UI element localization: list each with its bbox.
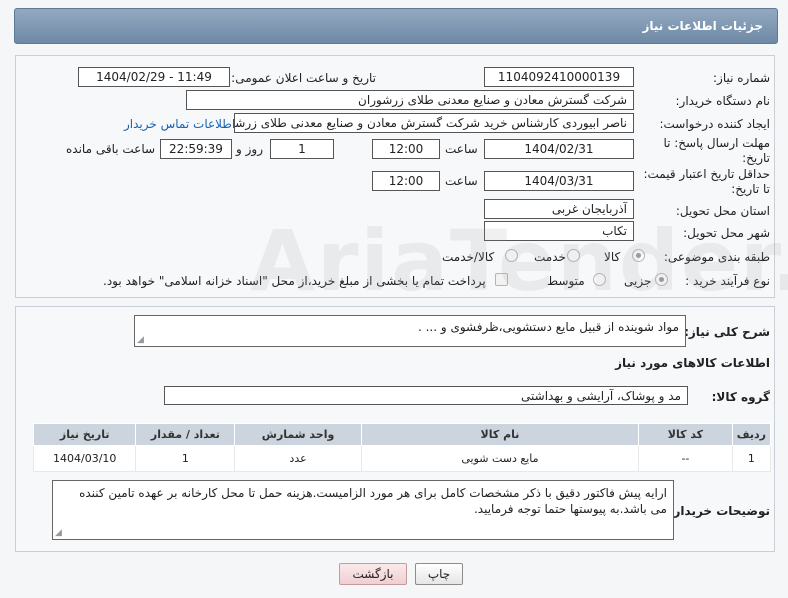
price-validity-date-field: 1404/03/31: [484, 171, 634, 191]
page-title: جزئیات اطلاعات نیاز: [642, 19, 763, 33]
col-goods-code: کد کالا: [638, 423, 733, 446]
reply-date-field: 1404/02/31: [484, 139, 634, 159]
buyer-org-field: شرکت گسترش معادن و صنایع معدنی طلای زرشو…: [186, 90, 634, 110]
category-radio-goods[interactable]: [632, 249, 645, 262]
cell-quantity: 1: [135, 445, 236, 472]
reply-deadline-label-1: مهلت ارسال پاسخ: تا: [663, 136, 770, 150]
announce-label: تاریخ و ساعت اعلان عمومی:: [231, 71, 376, 85]
buyer-notes-textarea: ارایه پیش فاکتور دقیق با ذکر مشخصات کامل…: [52, 480, 674, 540]
time-remaining-label: ساعت باقی مانده: [66, 142, 156, 156]
price-validity-label-2: تا تاریخ:: [731, 182, 770, 196]
price-validity-time-field: 12:00: [372, 171, 440, 191]
treasury-payment-checkbox[interactable]: [495, 273, 508, 286]
time-remaining-field: 22:59:39: [160, 139, 232, 159]
buyer-org-label: نام دستگاه خریدار:: [675, 94, 771, 108]
goods-table-wrapper: ردیف کد کالا نام کالا واحد شمارش تعداد /…: [32, 423, 772, 472]
cell-goods-code: --: [638, 445, 733, 472]
description-label: شرح کلی نیاز:: [684, 325, 770, 339]
category-radio-goods-service[interactable]: [505, 249, 518, 262]
reply-time-label: ساعت: [445, 142, 478, 156]
purchase-option-medium: متوسط: [547, 274, 585, 288]
buyer-notes-label: توضیحات خریدار:: [668, 504, 770, 518]
back-button[interactable]: بازگشت: [339, 563, 407, 585]
category-option-goods: کالا: [604, 250, 621, 264]
category-label: طبقه بندی موضوعی:: [663, 250, 770, 264]
price-validity-time-label: ساعت: [445, 174, 478, 188]
price-validity-label-1: حداقل تاریخ اعتبار قیمت:: [643, 167, 770, 181]
resize-grip-icon: ◢: [55, 528, 62, 538]
col-unit: واحد شمارش: [234, 423, 362, 446]
goods-section-title: اطلاعات کالاهای مورد نیاز: [615, 356, 770, 370]
cell-goods-name: مایع دست شویی: [360, 445, 640, 472]
city-field: تکاب: [484, 221, 634, 241]
page-header: جزئیات اطلاعات نیاز: [14, 8, 778, 44]
category-option-service: خدمت: [534, 250, 566, 264]
announce-field: 1404/02/29 - 11:49: [78, 67, 230, 87]
buyer-notes-text: ارایه پیش فاکتور دقیق با ذکر مشخصات کامل…: [79, 486, 667, 516]
need-number-field: 1104092410000139: [484, 67, 634, 87]
creator-field: ناصر ابیوردی کارشناس خرید شرکت گسترش معا…: [234, 113, 634, 133]
description-text: مواد شوینده از قبیل مایع دستشویی،ظرفشوی …: [417, 320, 679, 334]
reply-time-field: 12:00: [372, 139, 440, 159]
table-row: 1 -- مایع دست شویی عدد 1 1404/03/10: [32, 445, 772, 472]
days-remaining-field: 1: [270, 139, 334, 159]
resize-grip-icon: ◢: [137, 335, 144, 345]
cell-unit: عدد: [234, 445, 362, 472]
category-radio-service[interactable]: [567, 249, 580, 262]
purchase-type-label: نوع فرآیند خرید :: [685, 274, 770, 288]
purchase-radio-minor[interactable]: [655, 273, 668, 286]
goods-table-header-row: ردیف کد کالا نام کالا واحد شمارش تعداد /…: [32, 423, 772, 446]
cell-need-date: 1404/03/10: [32, 445, 137, 472]
creator-label: ایجاد کننده درخواست:: [659, 117, 770, 131]
goods-group-field: مد و پوشاک، آرایشی و بهداشتی: [164, 386, 688, 405]
need-number-label: شماره نیاز:: [713, 71, 770, 85]
goods-table: ردیف کد کالا نام کالا واحد شمارش تعداد /…: [32, 423, 772, 472]
description-textarea: مواد شوینده از قبیل مایع دستشویی،ظرفشوی …: [134, 315, 686, 347]
col-goods-name: نام کالا: [360, 423, 640, 446]
category-option-goods-service: کالا/خدمت: [442, 250, 495, 264]
buyer-contact-link[interactable]: اطلاعات تماس خریدار: [124, 117, 235, 131]
treasury-payment-note: پرداخت تمام یا بخشی از مبلغ خرید،از محل …: [103, 274, 486, 288]
purchase-option-minor: جزیی: [624, 274, 652, 288]
reply-deadline-label-2: تاریخ:: [742, 151, 770, 165]
province-label: استان محل تحویل:: [675, 204, 770, 218]
days-label: روز و: [236, 142, 263, 156]
province-field: آذربایجان غربی: [484, 199, 634, 219]
cell-row-number: 1: [731, 445, 772, 472]
col-quantity: تعداد / مقدار: [135, 423, 236, 446]
col-row-number: ردیف: [731, 423, 772, 446]
goods-group-label: گروه کالا:: [711, 390, 770, 404]
purchase-radio-medium[interactable]: [593, 273, 606, 286]
city-label: شهر محل تحویل:: [683, 226, 770, 240]
print-button[interactable]: چاپ: [415, 563, 463, 585]
col-need-date: تاریخ نیاز: [32, 423, 137, 446]
